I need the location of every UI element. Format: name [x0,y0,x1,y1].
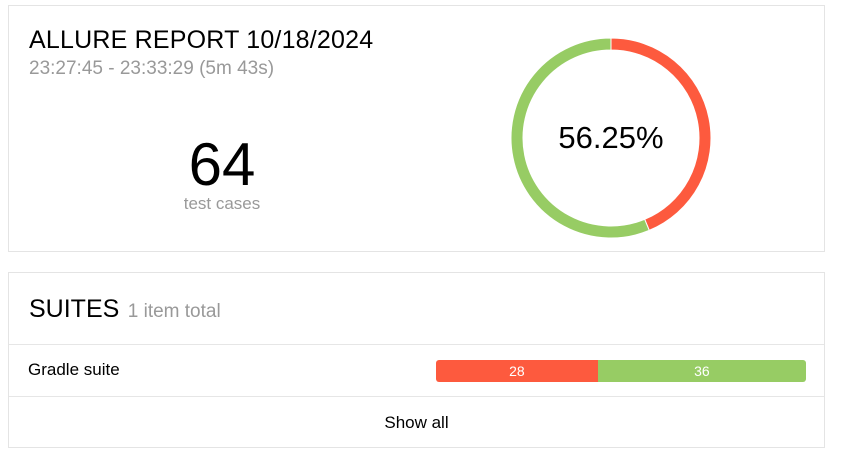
show-all-link[interactable]: Show all [9,397,824,448]
suite-name: Gradle suite [28,360,120,379]
suite-status-bar: 28 36 [436,360,806,382]
test-cases-count-label: test cases [183,194,261,213]
suite-row-gradle-suite[interactable]: Gradle suite 28 36 [9,345,824,396]
test-cases-count: 64 test cases [119,132,325,214]
passed-segment: 36 [597,360,806,382]
test-cases-count-value: 64 [188,131,256,198]
success-rate-label: 56.25% [558,120,664,155]
report-title: ALLURE REPORT 10/18/2024 [29,26,374,54]
summary-widget: ALLURE REPORT 10/18/2024 23:27:45 - 23:3… [8,5,825,252]
suites-item-count: 1 item total [127,301,221,322]
status-donut-chart: 56.25% [510,37,712,239]
report-time-range: 23:27:45 - 23:33:29 (5m 43s) [29,58,275,79]
failed-segment: 28 [436,360,598,382]
suites-header: SUITES 1 item total [29,295,221,324]
suites-widget: SUITES 1 item total Gradle suite 28 36 S… [8,272,825,448]
suites-title: SUITES [29,295,120,323]
